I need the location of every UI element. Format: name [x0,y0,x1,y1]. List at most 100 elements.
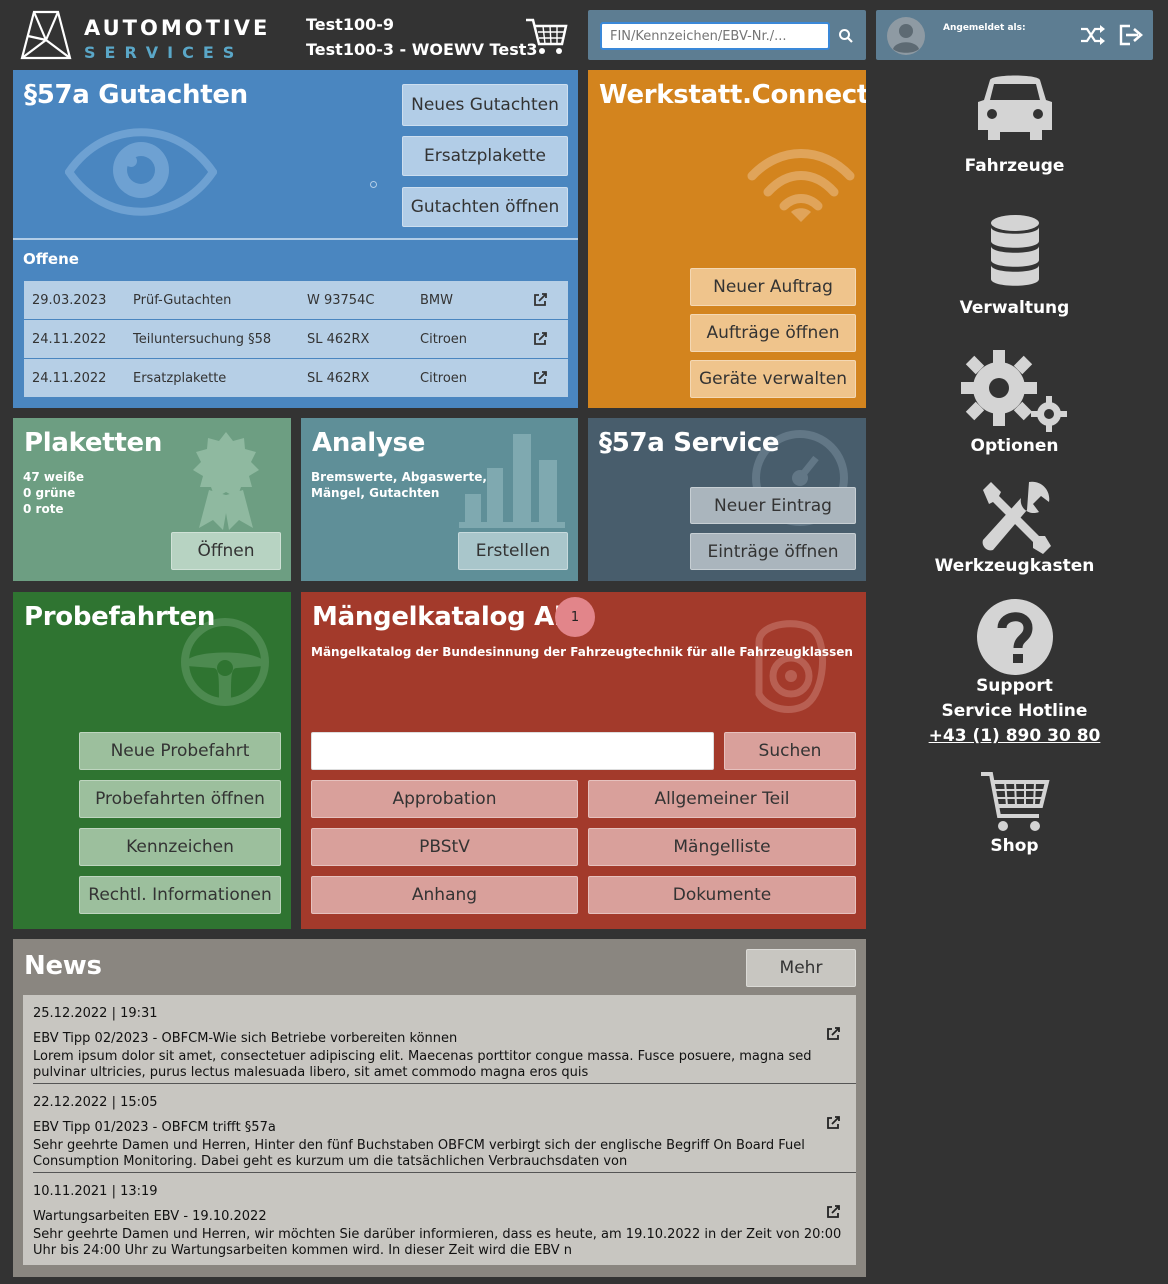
new-test-drive-button[interactable]: Neue Probefahrt [79,732,281,770]
row-plate: W 93754C [307,293,375,308]
row-make: BMW [420,293,453,308]
news-date: 25.12.2022 | 19:31 [33,1006,158,1021]
external-link-icon[interactable] [533,371,547,385]
replacement-sticker-button[interactable]: Ersatzplakette [402,136,568,176]
row-make: Citroen [420,332,468,347]
general-part-button[interactable]: Allgemeiner Teil [588,780,856,818]
row-plate: SL 462RX [307,332,370,347]
search-button[interactable]: Suchen [724,732,856,770]
database-icon [990,215,1039,286]
open-report-button[interactable]: Gutachten öffnen [402,187,568,227]
row-date: 24.11.2022 [32,371,107,386]
sidebar-item-werkzeugkasten[interactable]: Werkzeugkasten [876,480,1153,576]
list-item[interactable]: 22.12.2022 | 15:05 EBV Tipp 01/2023 - OB… [33,1095,856,1170]
news-date: 10.11.2021 | 13:19 [33,1184,158,1199]
account-name-secondary: Test100-3 - WOEWV Test3 [306,40,538,59]
external-link-icon[interactable] [826,1116,840,1130]
legal-information-button[interactable]: Rechtl. Informationen [79,876,281,914]
sidebar-item-support[interactable]: Support Service Hotline +43 (1) 890 30 8… [876,598,1153,746]
appendix-button[interactable]: Anhang [311,876,578,914]
more-news-button[interactable]: Mehr [746,949,856,987]
wifi-icon [747,149,855,222]
gears-icon [960,350,1067,432]
open-orders-button[interactable]: Aufträge öffnen [690,314,856,352]
sidebar-label-optionen: Optionen [970,436,1059,456]
sidebar-item-fahrzeuge[interactable]: Fahrzeuge [876,72,1153,176]
external-link-icon[interactable] [826,1027,840,1041]
documents-button[interactable]: Dokumente [588,876,856,914]
maengel-title: Mängelkatalog Abo [312,602,590,632]
analyse-tile: Analyse Bremswerte, Abgaswerte, Mängel, … [301,418,578,581]
license-plates-button[interactable]: Kennzeichen [79,828,281,866]
external-link-icon[interactable] [533,293,547,307]
plaketten-tile: Plaketten 47 weiße 0 grüne 0 rote Öffnen [13,418,291,581]
switch-account-icon[interactable] [1080,24,1106,46]
divider [33,1083,856,1084]
search-input[interactable] [600,22,830,50]
new-report-button[interactable]: Neues Gutachten [402,84,568,126]
gutachten-title: §57a Gutachten [24,80,248,110]
approbation-button[interactable]: Approbation [311,780,578,818]
new-order-button[interactable]: Neuer Auftrag [690,268,856,306]
sidebar-label-verwaltung: Verwaltung [959,298,1070,318]
hotline-phone-link[interactable]: +43 (1) 890 30 80 [876,726,1153,746]
catalog-search-input[interactable] [311,732,714,770]
defect-list-button[interactable]: Mängelliste [588,828,856,866]
sidebar-item-shop[interactable]: Shop [876,770,1153,856]
gutachten-tile: §57a Gutachten Neues Gutachten Ersatzpla… [13,70,578,408]
open-entries-button[interactable]: Einträge öffnen [690,533,856,570]
service-hotline-label: Service Hotline [941,701,1088,721]
plaketten-title: Plaketten [24,428,163,458]
sidebar-item-optionen[interactable]: Optionen [876,350,1153,456]
analyse-description-2: Mängel, Gutachten [311,486,440,500]
shop-cart-icon [980,772,1050,831]
logo[interactable]: AUTOMOTIVE SERVICES [18,10,268,62]
logout-icon[interactable] [1117,23,1143,47]
table-row[interactable]: 29.03.2023 Prüf-Gutachten W 93754C BMW [24,281,568,319]
table-row[interactable]: 24.11.2022 Ersatzplakette SL 462RX Citro… [24,359,568,397]
new-entry-button[interactable]: Neuer Eintrag [690,487,856,524]
maengel-tile: Mängelkatalog Abo 1 Mängelkatalog der Bu… [301,592,866,929]
external-link-icon[interactable] [533,332,547,346]
award-icon [193,432,259,530]
news-title: News [24,951,102,981]
eye-icon [65,128,217,216]
divider [13,238,578,240]
analyse-description-1: Bremswerte, Abgaswerte, [311,470,487,484]
open-test-drives-button[interactable]: Probefahrten öffnen [79,780,281,818]
table-row[interactable]: 24.11.2022 Teiluntersuchung §58 SL 462RX… [24,320,568,358]
brake-icon [755,620,827,713]
news-text: Sehr geehrte Damen und Herren, wir möcht… [33,1227,842,1258]
user-bar: Angemeldet als: [876,10,1153,60]
open-stickers-button[interactable]: Öffnen [171,532,281,570]
sidebar-label-shop: Shop [990,836,1039,856]
list-item[interactable]: 25.12.2022 | 19:31 EBV Tipp 02/2023 - OB… [33,1006,856,1081]
news-text: Lorem ipsum dolor sit amet, consectetuer… [33,1049,812,1080]
create-analysis-button[interactable]: Erstellen [458,532,568,570]
external-link-icon[interactable] [826,1205,840,1219]
logo-text-sub: SERVICES [84,43,244,62]
row-type: Ersatzplakette [133,371,227,386]
notification-badge[interactable]: 1 [555,597,595,637]
sidebar-item-verwaltung[interactable]: Verwaltung [876,214,1153,318]
list-item[interactable]: 10.11.2021 | 13:19 Wartungsarbeiten EBV … [33,1184,856,1259]
pbstv-button[interactable]: PBStV [311,828,578,866]
search-icon[interactable] [838,28,854,44]
news-list: 25.12.2022 | 19:31 EBV Tipp 02/2023 - OB… [23,995,856,1265]
news-headline: EBV Tipp 02/2023 - OBFCM-Wie sich Betrie… [33,1031,458,1046]
red-stickers-count: 0 rote [23,502,64,516]
cart-icon[interactable] [524,16,568,56]
avatar[interactable] [886,16,926,56]
row-type: Teiluntersuchung §58 [133,332,272,347]
manage-devices-button[interactable]: Geräte verwalten [690,360,856,398]
open-reports-heading: Offene [23,250,79,268]
news-tile: News Mehr 25.12.2022 | 19:31 EBV Tipp 02… [13,939,866,1277]
probefahrten-tile: Probefahrten Neue Probefahrt Probefahrte… [13,592,291,929]
row-type: Prüf-Gutachten [133,293,232,308]
news-headline: EBV Tipp 01/2023 - OBFCM trifft §57a [33,1120,276,1135]
maengel-subtitle: Mängelkatalog der Bundesinnung der Fahrz… [311,645,853,659]
logo-mark-icon [20,10,72,60]
logged-in-label: Angemeldet als: [943,23,1026,33]
row-date: 29.03.2023 [32,293,107,308]
analyse-title: Analyse [312,428,426,458]
